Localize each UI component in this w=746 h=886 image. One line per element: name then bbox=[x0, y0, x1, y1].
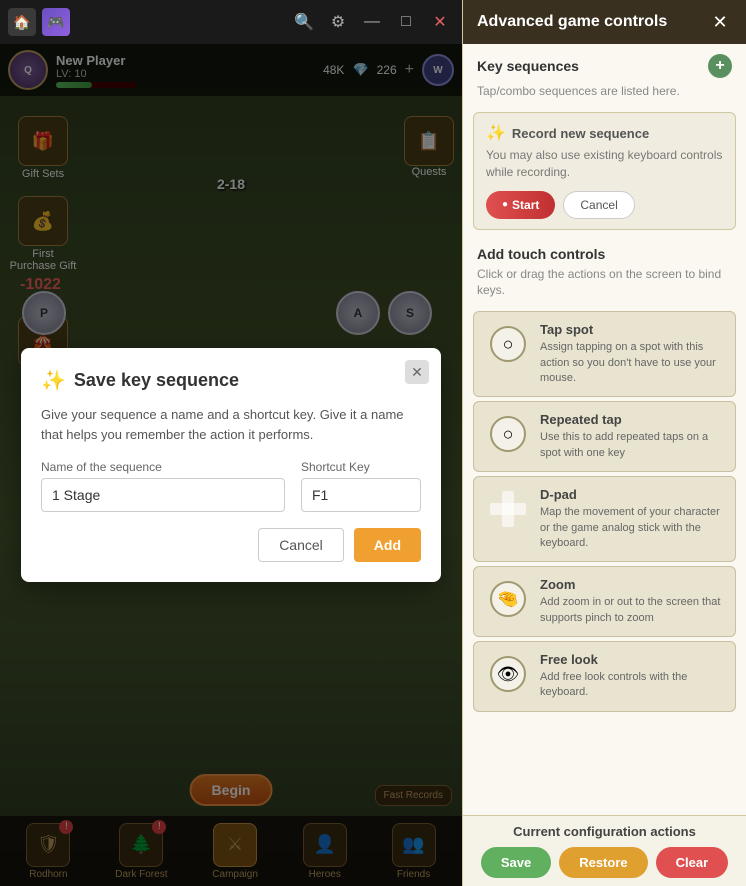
maximize-button[interactable]: □ bbox=[392, 8, 420, 36]
key-sequences-title: Key sequences bbox=[477, 58, 579, 74]
settings-titlebar-icon[interactable]: ⚙ bbox=[324, 8, 352, 36]
window-close-button[interactable]: ✕ bbox=[426, 8, 454, 36]
modal-description: Give your sequence a name and a shortcut… bbox=[41, 405, 421, 444]
repeated-tap-card[interactable]: ○ Repeated tap Use this to add repeated … bbox=[473, 401, 736, 472]
record-card-icon: ✨ bbox=[486, 123, 506, 143]
dpad-card[interactable]: D-pad Map the movement of your character… bbox=[473, 476, 736, 562]
key-sequences-header: Key sequences + bbox=[463, 44, 746, 84]
record-card-desc: You may also use existing keyboard contr… bbox=[486, 147, 723, 181]
touch-controls-header: Add touch controls bbox=[463, 236, 746, 266]
window-titlebar: 🏠 🎮 🔍 ⚙ — □ ✕ bbox=[0, 0, 462, 44]
shortcut-field-label: Shortcut Key bbox=[301, 460, 421, 474]
game-area: 🏠 🎮 🔍 ⚙ — □ ✕ Q New Player LV: 10 48K 💎 … bbox=[0, 0, 462, 886]
modal-fields: Name of the sequence Shortcut Key bbox=[41, 460, 421, 512]
free-look-card[interactable]: 👁 Free look Add free look controls with … bbox=[473, 641, 736, 712]
name-field-label: Name of the sequence bbox=[41, 460, 285, 474]
modal-overlay: ✨ Save key sequence ✕ Give your sequence… bbox=[0, 44, 462, 886]
key-sequences-desc: Tap/combo sequences are listed here. bbox=[463, 84, 746, 106]
modal-close-button[interactable]: ✕ bbox=[405, 360, 429, 384]
zoom-name: Zoom bbox=[540, 577, 723, 592]
modal-actions: Cancel Add bbox=[41, 528, 421, 562]
tap-spot-card[interactable]: ○ Tap spot Assign tapping on a spot with… bbox=[473, 311, 736, 397]
repeated-tap-name: Repeated tap bbox=[540, 412, 723, 427]
touch-controls-desc: Click or drag the actions on the screen … bbox=[463, 266, 746, 308]
shortcut-field-group: Shortcut Key bbox=[301, 460, 421, 512]
tap-spot-name: Tap spot bbox=[540, 322, 723, 337]
tap-spot-icon-wrap: ○ bbox=[486, 322, 530, 366]
record-card-title: ✨ Record new sequence bbox=[486, 123, 723, 143]
record-sequence-card: ✨ Record new sequence You may also use e… bbox=[473, 112, 736, 230]
shortcut-field-input[interactable] bbox=[301, 478, 421, 512]
panel-body: Key sequences + Tap/combo sequences are … bbox=[463, 44, 746, 815]
modal-title-icon: ✨ bbox=[41, 368, 66, 393]
clear-config-button[interactable]: Clear bbox=[656, 847, 729, 878]
modal-add-button[interactable]: Add bbox=[354, 528, 421, 562]
touch-controls-title: Add touch controls bbox=[477, 246, 732, 262]
free-look-desc: Add free look controls with the keyboard… bbox=[540, 670, 723, 701]
right-panel: Advanced game controls ✕ Key sequences +… bbox=[462, 0, 746, 886]
dpad-icon bbox=[490, 491, 526, 527]
dpad-info: D-pad Map the movement of your character… bbox=[540, 487, 723, 551]
search-titlebar-icon[interactable]: 🔍 bbox=[290, 8, 318, 36]
modal-title-text: Save key sequence bbox=[74, 370, 239, 391]
panel-close-button[interactable]: ✕ bbox=[708, 10, 732, 34]
tap-spot-desc: Assign tapping on a spot with this actio… bbox=[540, 340, 723, 386]
cancel-recording-button[interactable]: Cancel bbox=[563, 191, 634, 219]
config-section-title: Current configuration actions bbox=[475, 824, 734, 839]
repeated-tap-info: Repeated tap Use this to add repeated ta… bbox=[540, 412, 723, 461]
home-icon[interactable]: 🏠 bbox=[8, 8, 36, 36]
start-recording-button[interactable]: Start bbox=[486, 191, 555, 219]
dpad-icon-wrap bbox=[486, 487, 530, 531]
zoom-desc: Add zoom in or out to the screen that su… bbox=[540, 595, 723, 626]
repeated-tap-icon-wrap: ○ bbox=[486, 412, 530, 456]
tap-spot-icon: ○ bbox=[490, 326, 526, 362]
repeated-tap-icon: ○ bbox=[490, 416, 526, 452]
record-actions: Start Cancel bbox=[486, 191, 723, 219]
repeated-tap-desc: Use this to add repeated taps on a spot … bbox=[540, 430, 723, 461]
free-look-info: Free look Add free look controls with th… bbox=[540, 652, 723, 701]
config-footer: Current configuration actions Save Resto… bbox=[463, 815, 746, 886]
config-actions: Save Restore Clear bbox=[475, 847, 734, 878]
modal-cancel-button[interactable]: Cancel bbox=[258, 528, 344, 562]
panel-header: Advanced game controls ✕ bbox=[463, 0, 746, 44]
zoom-icon-wrap: 🤏 bbox=[486, 577, 530, 621]
zoom-card[interactable]: 🤏 Zoom Add zoom in or out to the screen … bbox=[473, 566, 736, 637]
game-icon[interactable]: 🎮 bbox=[42, 8, 70, 36]
zoom-info: Zoom Add zoom in or out to the screen th… bbox=[540, 577, 723, 626]
panel-title: Advanced game controls bbox=[477, 13, 667, 31]
dpad-name: D-pad bbox=[540, 487, 723, 502]
restore-config-button[interactable]: Restore bbox=[559, 847, 647, 878]
tap-spot-info: Tap spot Assign tapping on a spot with t… bbox=[540, 322, 723, 386]
save-config-button[interactable]: Save bbox=[481, 847, 551, 878]
save-sequence-modal: ✨ Save key sequence ✕ Give your sequence… bbox=[21, 348, 441, 582]
free-look-icon: 👁 bbox=[490, 656, 526, 692]
modal-title: ✨ Save key sequence bbox=[41, 368, 421, 393]
zoom-icon: 🤏 bbox=[490, 581, 526, 617]
free-look-icon-wrap: 👁 bbox=[486, 652, 530, 696]
minimize-button[interactable]: — bbox=[358, 8, 386, 36]
name-field-group: Name of the sequence bbox=[41, 460, 285, 512]
free-look-name: Free look bbox=[540, 652, 723, 667]
name-field-input[interactable] bbox=[41, 478, 285, 512]
dpad-desc: Map the movement of your character or th… bbox=[540, 505, 723, 551]
add-sequence-button[interactable]: + bbox=[708, 54, 732, 78]
